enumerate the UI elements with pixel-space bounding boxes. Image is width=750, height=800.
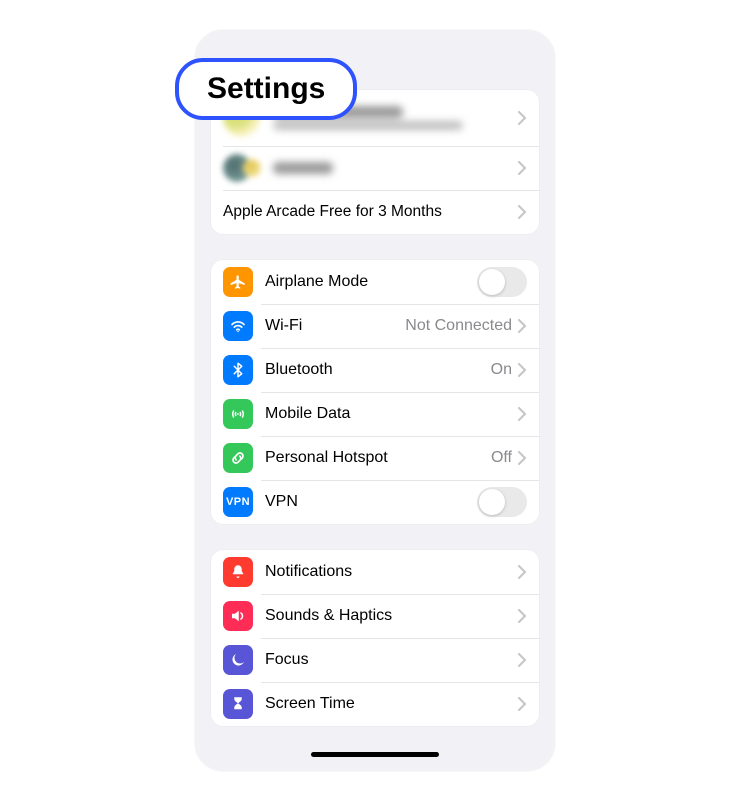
- system-group: Notifications Sounds & Haptics Focus Scr…: [211, 550, 539, 726]
- arcade-promo-row[interactable]: Apple Arcade Free for 3 Months: [211, 190, 539, 234]
- wifi-row[interactable]: Wi-Fi Not Connected: [211, 304, 539, 348]
- airplane-label: Airplane Mode: [265, 273, 477, 291]
- chevron-right-icon: [518, 697, 527, 711]
- vpn-row[interactable]: VPN VPN: [211, 480, 539, 524]
- chevron-right-icon: [518, 205, 527, 219]
- chevron-right-icon: [518, 653, 527, 667]
- antenna-icon: [223, 399, 253, 429]
- moon-icon: [223, 645, 253, 675]
- screen-time-label: Screen Time: [265, 695, 518, 713]
- chevron-right-icon: [518, 407, 527, 421]
- bluetooth-row[interactable]: Bluetooth On: [211, 348, 539, 392]
- family-avatars: [223, 154, 261, 182]
- chevron-right-icon: [518, 609, 527, 623]
- wifi-icon: [223, 311, 253, 341]
- vpn-label: VPN: [265, 493, 477, 511]
- focus-row[interactable]: Focus: [211, 638, 539, 682]
- hourglass-icon: [223, 689, 253, 719]
- mobile-data-label: Mobile Data: [265, 405, 518, 423]
- wifi-value: Not Connected: [405, 317, 512, 335]
- bluetooth-label: Bluetooth: [265, 361, 491, 379]
- vpn-icon: VPN: [223, 487, 253, 517]
- family-row[interactable]: [211, 146, 539, 190]
- bluetooth-icon: [223, 355, 253, 385]
- chevron-right-icon: [518, 565, 527, 579]
- hotspot-label: Personal Hotspot: [265, 449, 491, 467]
- notifications-row[interactable]: Notifications: [211, 550, 539, 594]
- settings-screen: Settings Apple Arcade Free for 3 Months: [195, 30, 555, 771]
- promo-label: Apple Arcade Free for 3 Months: [223, 203, 518, 221]
- sounds-row[interactable]: Sounds & Haptics: [211, 594, 539, 638]
- notifications-label: Notifications: [265, 563, 518, 581]
- vpn-toggle[interactable]: [477, 487, 527, 517]
- personal-hotspot-row[interactable]: Personal Hotspot Off: [211, 436, 539, 480]
- screen-time-row[interactable]: Screen Time: [211, 682, 539, 726]
- page-title: Settings: [175, 58, 357, 120]
- chevron-right-icon: [518, 319, 527, 333]
- chevron-right-icon: [518, 363, 527, 377]
- bell-icon: [223, 557, 253, 587]
- chevron-right-icon: [518, 451, 527, 465]
- speaker-icon: [223, 601, 253, 631]
- airplane-icon: [223, 267, 253, 297]
- bluetooth-value: On: [491, 361, 512, 379]
- wifi-label: Wi-Fi: [265, 317, 405, 335]
- airplane-mode-row[interactable]: Airplane Mode: [211, 260, 539, 304]
- hotspot-value: Off: [491, 449, 512, 467]
- airplane-toggle[interactable]: [477, 267, 527, 297]
- focus-label: Focus: [265, 651, 518, 669]
- chevron-right-icon: [518, 161, 527, 175]
- mobile-data-row[interactable]: Mobile Data: [211, 392, 539, 436]
- connectivity-group: Airplane Mode Wi-Fi Not Connected Blueto…: [211, 260, 539, 524]
- sounds-label: Sounds & Haptics: [265, 607, 518, 625]
- home-indicator[interactable]: [311, 752, 439, 757]
- chevron-right-icon: [518, 111, 527, 125]
- link-icon: [223, 443, 253, 473]
